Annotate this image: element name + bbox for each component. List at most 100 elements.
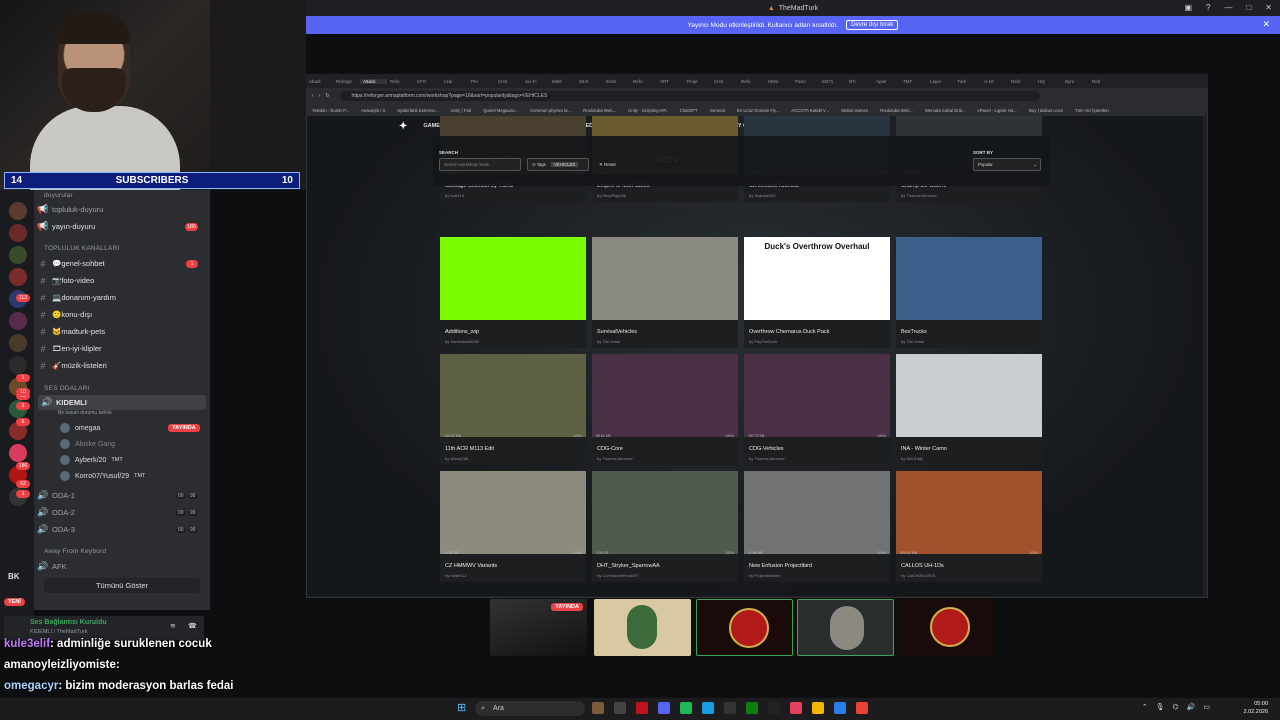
epic-icon[interactable]: [724, 702, 736, 714]
opera-icon[interactable]: [636, 702, 648, 714]
bookmark-item[interactable]: Spiderlank Extreme...: [397, 108, 438, 113]
bookmark-item[interactable]: Buy | dalluon.com: [1029, 108, 1063, 113]
tag-chip[interactable]: VEHICLES: [551, 162, 579, 167]
channel-item[interactable]: # 💬genel-sohbet 1: [34, 256, 204, 271]
category-label[interactable]: Away From Keybord: [44, 548, 106, 555]
browser-tab[interactable]: BTi: [846, 79, 873, 84]
battery-icon[interactable]: ▭: [1203, 703, 1210, 711]
chrome-icon[interactable]: [856, 702, 868, 714]
browser-tab[interactable]: Attack: [360, 78, 387, 84]
browser-tab[interactable]: Refo: [738, 79, 765, 84]
inbox-icon[interactable]: ▣: [1184, 3, 1192, 12]
channel-item[interactable]: # 🎸müzik-listeleri: [34, 358, 204, 373]
guild-icon[interactable]: [9, 356, 27, 374]
browser-tab[interactable]: VRT: [657, 79, 684, 84]
steam-icon[interactable]: [702, 702, 714, 714]
channel-item[interactable]: # 🐱madturk-pets: [34, 324, 204, 339]
system-clock[interactable]: 05:00 2.02.2026: [1244, 700, 1268, 716]
workshop-card[interactable]: 11.56 MB 100% New Enfusion Projectlbird by …: [744, 471, 890, 582]
bookmark-item[interactable]: Mercata Cabal Eral...: [925, 108, 965, 113]
workshop-card[interactable]: INA - Winter Camo by INA Eddy: [896, 354, 1042, 465]
disable-streamer-mode-button[interactable]: Devre dışı bırak: [846, 20, 899, 30]
bookmark-item[interactable]: cPanel - Ligisle Ha...: [978, 108, 1017, 113]
mic-icon[interactable]: 🎙: [1156, 703, 1165, 711]
category-label[interactable]: duyurular: [44, 192, 73, 199]
workshop-card[interactable]: 167.72 KB 100% CDG-Vehicles by Thomas Ahmou…: [744, 354, 890, 465]
voice-user[interactable]: Aloske Gang: [60, 439, 115, 449]
bookmark-item[interactable]: ChatGPT: [680, 108, 698, 113]
close-banner-icon[interactable]: ✕: [1262, 19, 1270, 30]
minimize-button[interactable]: —: [1224, 3, 1232, 12]
participant-tile-screen[interactable]: YAYINDA: [490, 599, 587, 656]
browser-tab[interactable]: Refo: [630, 79, 657, 84]
bookmark-item[interactable]: General: [710, 108, 725, 113]
workshop-card[interactable]: SurvivalVehicles by The Gator: [592, 237, 738, 348]
reset-filters[interactable]: ✕ Reset: [599, 162, 616, 168]
participant-tile-avatar-3[interactable]: [797, 599, 894, 656]
browser-tab[interactable]: CHS: [711, 79, 738, 84]
widget-icon[interactable]: [592, 702, 604, 714]
help-icon[interactable]: ?: [1206, 3, 1210, 12]
volume-icon[interactable]: 🔊: [1187, 703, 1196, 711]
bookmark-item[interactable]: Unity - Scripting API:: [628, 108, 667, 113]
file-explorer-icon[interactable]: [614, 702, 626, 714]
category-label[interactable]: TOPLULUK KANALLARI: [44, 245, 119, 252]
channel-item[interactable]: # 🎞en-iyi-klipler: [34, 341, 204, 356]
browser-tab[interactable]: Sci-Fi: [522, 79, 549, 84]
reload-icon[interactable]: ↻: [325, 93, 329, 99]
chevron-up-icon[interactable]: ⌃: [1142, 703, 1148, 711]
guild-icon[interactable]: [9, 268, 27, 286]
channel-item[interactable]: # 🙂konu-dışı: [34, 307, 204, 322]
windows-start-icon[interactable]: ⊞: [457, 702, 469, 714]
channel-item[interactable]: # 💻donanım-yardım: [34, 290, 204, 305]
instagram-icon[interactable]: [790, 702, 802, 714]
guild-icon[interactable]: [9, 334, 27, 352]
voice-room[interactable]: 🔊 ODA-2 00 99: [34, 505, 204, 520]
workshop-card[interactable]: Duck's Overthrow Overhaul Overthrow Chern…: [744, 237, 890, 348]
channel-yayin-duyuru[interactable]: 📢 yayın-duyuru 185: [34, 219, 204, 234]
show-all-button[interactable]: Tümünü Göster: [44, 578, 200, 593]
browser-tab[interactable]: CHS: [495, 79, 522, 84]
voice-room-afk[interactable]: 🔊 AFK: [34, 559, 204, 574]
guild-initials[interactable]: BK: [8, 572, 20, 581]
participant-tile-avatar-1[interactable]: [594, 599, 691, 656]
workshop-card[interactable]: 3.06 KB 100% DHT_Stryker_SparrowAA by Comma…: [592, 471, 738, 582]
folder-icon[interactable]: [812, 702, 824, 714]
voice-room[interactable]: 🔊 ODA-3 00 99: [34, 522, 204, 537]
bookmark-item[interactable]: Quinel Megauzu...: [483, 108, 518, 113]
browser-tab[interactable]: Proje: [684, 79, 711, 84]
voice-room[interactable]: 🔊 ODA-1 00 99: [34, 488, 204, 503]
terminal-icon[interactable]: [768, 702, 780, 714]
voice-user[interactable]: Korro07/Yusuf/29 TMT: [60, 471, 145, 481]
bookmark-item[interactable]: Unity | Fab: [450, 108, 471, 113]
participant-tile-avatar-4[interactable]: [898, 599, 995, 656]
browser-tab[interactable]: Refo: [387, 79, 414, 84]
browser-tab[interactable]: Reb: [1089, 79, 1116, 84]
tags-filter[interactable]: ⊙ Tags VEHICLES: [527, 158, 589, 171]
guild-icon[interactable]: [9, 312, 27, 330]
guild-icon[interactable]: [9, 224, 27, 242]
browser-tab[interactable]: nzai: [441, 79, 468, 84]
browser-tab[interactable]: TMT: [900, 79, 927, 84]
site-logo-icon[interactable]: ✦: [399, 121, 407, 132]
browser-tab[interactable]: Refo: [1008, 79, 1035, 84]
discord-icon[interactable]: [658, 702, 670, 714]
channel-item[interactable]: # 📷foto-video: [34, 273, 204, 288]
back-icon[interactable]: ‹: [312, 93, 314, 99]
xbox-icon[interactable]: [746, 702, 758, 714]
voice-user[interactable]: Ayberk/20 TMT: [60, 455, 123, 465]
bookmark-item[interactable]: Roulotuba Web...: [583, 108, 616, 113]
bookmark-item[interactable]: Stolas Games: [841, 108, 868, 113]
workshop-card[interactable]: 60.02 MB 100% CZ HMMWV Variants by KristinC…: [440, 471, 586, 582]
browser-tab[interactable]: Turk: [954, 79, 981, 84]
browser-tab[interactable]: Byro: [1062, 79, 1089, 84]
bookmark-item[interactable]: Anasayfa / X: [361, 108, 385, 113]
taskbar-search[interactable]: ⌕ Ara: [475, 701, 585, 716]
sort-select[interactable]: Popular ⌄: [973, 158, 1041, 171]
guild-icon[interactable]: [9, 202, 27, 220]
url-field[interactable]: https://reforger.armaplatform.com/worksh…: [339, 91, 1040, 101]
browser-tab[interactable]: Ends: [603, 79, 630, 84]
browser-tab[interactable]: HQ: [1035, 79, 1062, 84]
browser-tab[interactable]: KFO: [414, 79, 441, 84]
network-icon[interactable]: ⌬: [1173, 703, 1179, 711]
